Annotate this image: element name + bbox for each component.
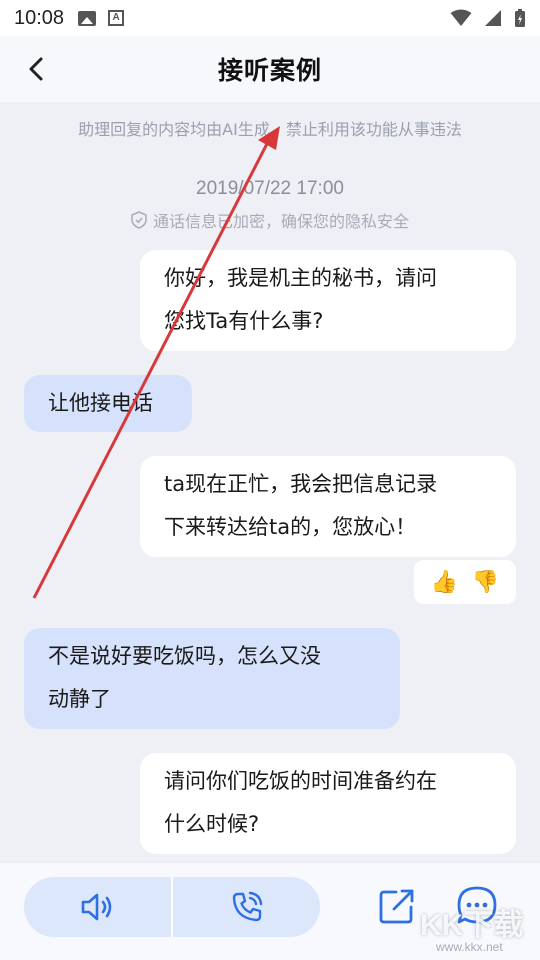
status-notifications: A [78, 10, 125, 26]
message-line: 什么时候? [164, 812, 260, 836]
message-line: 让他接电话 [48, 391, 153, 415]
message-bubble-caller: 让他接电话 [24, 375, 192, 432]
message-line: 请问你们吃饭的时间准备约在 [164, 769, 437, 793]
page-title: 接听案例 [217, 56, 322, 85]
speaker-icon [81, 893, 111, 921]
message-line: 不是说好要吃饭吗，怎么又没 [48, 644, 321, 668]
speaker-button[interactable] [24, 877, 171, 937]
status-bar: 10:08 A [0, 0, 540, 36]
message-line: ta现在正忙，我会把信息记录 [164, 472, 438, 496]
wifi-icon [450, 9, 472, 26]
header: 接听案例 [0, 36, 540, 102]
message-line: 你好，我是机主的秘书，请问 [164, 266, 437, 290]
watermark-url: www.kkx.net [436, 940, 503, 954]
message-bubble-assistant: ta现在正忙，我会把信息记录 下来转达给ta的，您放心！ [140, 456, 516, 557]
battery-icon [515, 9, 525, 27]
ai-disclaimer: 助理回复的内容均由AI生成，禁止利用该功能从事违法 [78, 120, 462, 139]
watermark-logo: KK下载 [420, 909, 524, 942]
message-line: 动静了 [48, 687, 111, 711]
back-arrow-icon[interactable] [22, 54, 52, 84]
message-bubble-assistant: 请问你们吃饭的时间准备约在 什么时候? [140, 753, 516, 854]
a-notification-icon: A [108, 10, 125, 26]
message-feedback: 👍 👎 [414, 560, 516, 604]
answer-call-button[interactable] [173, 877, 320, 937]
shield-icon [131, 211, 147, 229]
call-controls [24, 877, 320, 937]
thumbs-down-icon[interactable]: 👎 [472, 570, 499, 595]
message-bubble-assistant: 你好，我是机主的秘书，请问 您找Ta有什么事? [140, 250, 516, 351]
image-notification-icon [78, 10, 97, 26]
share-icon[interactable] [378, 887, 416, 925]
message-line: 下来转达给ta的，您放心！ [164, 515, 417, 539]
privacy-notice: 通话信息已加密，确保您的隐私安全 [0, 208, 540, 232]
status-time: 10:08 [14, 6, 65, 29]
message-bubble-caller: 不是说好要吃饭吗，怎么又没 动静了 [24, 628, 400, 729]
status-system-icons [450, 8, 526, 28]
call-timestamp: 2019/07/22 17:00 [196, 178, 344, 199]
signal-icon [485, 10, 501, 26]
thumbs-up-icon[interactable]: 👍 [431, 570, 458, 595]
privacy-text: 通话信息已加密，确保您的隐私安全 [152, 212, 409, 231]
message-line: 您找Ta有什么事? [164, 309, 324, 333]
phone-call-icon [232, 891, 262, 922]
